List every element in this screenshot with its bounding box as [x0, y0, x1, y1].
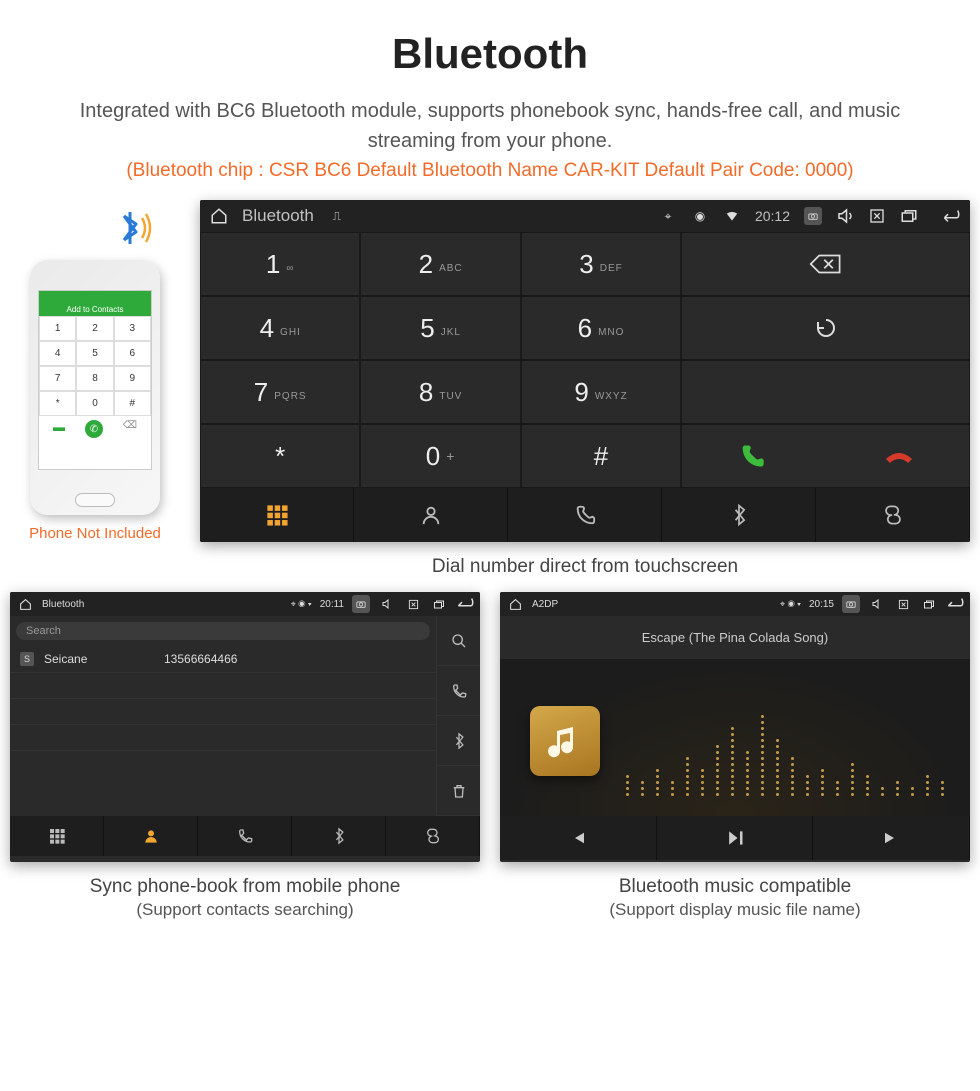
- close-icon[interactable]: [868, 207, 886, 225]
- phone-not-included: Phone Not Included: [10, 525, 180, 542]
- a2dp-caption: Bluetooth music compatible: [500, 862, 970, 900]
- key-4[interactable]: 4GHI: [200, 296, 360, 360]
- call-controls: [681, 424, 970, 488]
- page-subtitle: Integrated with BC6 Bluetooth module, su…: [0, 78, 980, 160]
- a2dp-device: A2DP ⌖ ◉ ▾ 20:15 Escape (The Pina Colada…: [500, 592, 970, 862]
- bluetooth-icon: [10, 200, 180, 260]
- recent-apps-icon[interactable]: [430, 595, 448, 613]
- dialer-caption: Dial number direct from touchscreen: [200, 542, 970, 592]
- dialpad: 1∞ 2ABC 3DEF 4GHI 5JKL 6MNO 7PQRS 8TUV 9…: [200, 232, 970, 488]
- contacts-tab[interactable]: [104, 816, 198, 856]
- home-icon[interactable]: [506, 595, 524, 613]
- add-to-contacts: Add to Contacts: [39, 303, 151, 316]
- contact-row: [10, 751, 436, 777]
- bluetooth-button[interactable]: [437, 716, 480, 766]
- bottom-tabs: [10, 816, 480, 856]
- key-0[interactable]: 0+: [360, 424, 520, 488]
- volume-icon[interactable]: [868, 595, 886, 613]
- key-7[interactable]: 7PQRS: [200, 360, 360, 424]
- bluetooth-tab[interactable]: [662, 488, 816, 542]
- call-button[interactable]: [682, 442, 822, 470]
- call-log-tab[interactable]: [508, 488, 662, 542]
- contact-badge: S: [20, 652, 34, 666]
- contacts-caption: Sync phone-book from mobile phone: [10, 862, 480, 900]
- phone-keypad: 123 456 789 *0#: [39, 316, 151, 416]
- camera-icon[interactable]: [842, 595, 860, 613]
- contact-row: [10, 673, 436, 699]
- key-5[interactable]: 5JKL: [360, 296, 520, 360]
- back-icon[interactable]: [456, 595, 474, 613]
- volume-icon[interactable]: [836, 207, 854, 225]
- dialpad-tab[interactable]: [10, 816, 104, 856]
- delete-button[interactable]: [437, 766, 480, 816]
- camera-icon[interactable]: [352, 595, 370, 613]
- page-title: Bluetooth: [0, 0, 980, 78]
- contact-row: [10, 725, 436, 751]
- close-icon[interactable]: [404, 595, 422, 613]
- bottom-tabs: [200, 488, 970, 542]
- key-hash[interactable]: #: [521, 424, 681, 488]
- titlebar-title: Bluetooth: [42, 599, 84, 610]
- empty-cell: [681, 296, 970, 360]
- empty-cell: [681, 360, 970, 424]
- key-9[interactable]: 9WXYZ: [521, 360, 681, 424]
- contacts-tab[interactable]: [354, 488, 508, 542]
- key-star[interactable]: *: [200, 424, 360, 488]
- visualizer: [500, 659, 970, 816]
- usb-icon: ⎍: [328, 207, 346, 225]
- clock: 20:15: [809, 599, 834, 610]
- contacts-device: Bluetooth ⌖ ◉ ▾ 20:11 Search S Seicane 1…: [10, 592, 480, 862]
- bluetooth-tab[interactable]: [292, 816, 386, 856]
- phone-illustration: Add to Contacts 123 456 789 *0# ▬ ✆ ⌫ Ph…: [10, 200, 180, 542]
- backspace-button[interactable]: [681, 232, 970, 296]
- dialpad-tab[interactable]: [200, 488, 354, 542]
- back-icon[interactable]: [942, 207, 960, 225]
- titlebar-title: A2DP: [532, 599, 558, 610]
- recent-apps-icon[interactable]: [900, 207, 918, 225]
- music-note-icon: [530, 706, 600, 776]
- wifi-icon: [723, 207, 741, 225]
- player-controls: [500, 816, 970, 860]
- spec-line: (Bluetooth chip : CSR BC6 Default Blueto…: [0, 160, 980, 200]
- clock: 20:12: [755, 208, 790, 224]
- call-button[interactable]: [437, 666, 480, 716]
- contact-name: Seicane: [44, 652, 154, 666]
- contact-row[interactable]: S Seicane 13566664466: [10, 646, 436, 673]
- pair-tab[interactable]: [386, 816, 480, 856]
- key-6[interactable]: 6MNO: [521, 296, 681, 360]
- key-3[interactable]: 3DEF: [521, 232, 681, 296]
- hangup-button[interactable]: [829, 445, 969, 467]
- key-2[interactable]: 2ABC: [360, 232, 520, 296]
- prev-track-button[interactable]: [500, 816, 657, 860]
- close-icon[interactable]: [894, 595, 912, 613]
- key-8[interactable]: 8TUV: [360, 360, 520, 424]
- volume-icon[interactable]: [378, 595, 396, 613]
- search-input[interactable]: Search: [16, 622, 430, 640]
- clock: 20:11: [320, 599, 344, 610]
- bluetooth-status-icon: ⌖: [659, 207, 677, 225]
- a2dp-subcaption: (Support display music file name): [500, 900, 970, 934]
- redial-icon: [811, 316, 841, 340]
- dialer-device: Bluetooth ⎍ ⌖ ◉ 20:12: [200, 200, 970, 542]
- back-icon[interactable]: [946, 595, 964, 613]
- key-1[interactable]: 1∞: [200, 232, 360, 296]
- recent-apps-icon[interactable]: [920, 595, 938, 613]
- pair-tab[interactable]: [816, 488, 970, 542]
- home-icon[interactable]: [16, 595, 34, 613]
- location-icon: ◉: [691, 207, 709, 225]
- contact-row: [10, 699, 436, 725]
- play-pause-button[interactable]: [657, 816, 814, 860]
- call-log-tab[interactable]: [198, 816, 292, 856]
- contacts-subcaption: (Support contacts searching): [10, 900, 480, 934]
- contact-number: 13566664466: [164, 652, 237, 666]
- search-button[interactable]: [437, 616, 480, 666]
- home-icon[interactable]: [210, 207, 228, 225]
- camera-icon[interactable]: [804, 207, 822, 225]
- next-track-button[interactable]: [813, 816, 970, 860]
- titlebar-title: Bluetooth: [242, 206, 314, 226]
- song-title: Escape (The Pina Colada Song): [642, 616, 828, 659]
